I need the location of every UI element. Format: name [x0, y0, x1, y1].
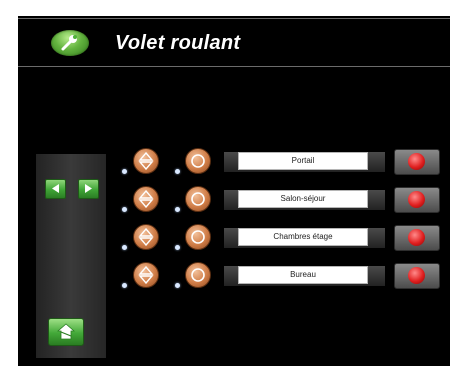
- shutter-row-salon: Salon-séjour: [0, 186, 456, 216]
- label-bar: Chambres étage: [224, 228, 385, 248]
- up-down-arrows-icon: [138, 152, 154, 170]
- shutter-row-bureau: Bureau: [0, 262, 456, 292]
- stop-ring-button[interactable]: [185, 186, 211, 212]
- red-action-button[interactable]: [394, 149, 440, 175]
- shutter-label: Portail: [238, 152, 368, 170]
- red-dot-icon: [408, 267, 425, 284]
- navigation-panel: [36, 154, 106, 358]
- stop-ring-button[interactable]: [185, 148, 211, 174]
- header-divider: [18, 66, 450, 67]
- home-icon: [57, 323, 75, 340]
- stop-ring-button[interactable]: [185, 262, 211, 288]
- up-down-arrows-icon: [138, 190, 154, 208]
- status-led: [175, 245, 180, 250]
- red-action-button[interactable]: [394, 263, 440, 289]
- header-bar: Volet roulant: [18, 22, 450, 66]
- shutter-label: Chambres étage: [238, 228, 368, 246]
- up-down-button[interactable]: [133, 224, 159, 250]
- up-down-arrows-icon: [138, 266, 154, 284]
- shutter-label: Bureau: [238, 266, 368, 284]
- red-dot-icon: [408, 229, 425, 246]
- up-down-button[interactable]: [133, 186, 159, 212]
- up-down-arrows-icon: [138, 228, 154, 246]
- shutter-row-portail: Portail: [0, 148, 456, 178]
- page-title: Volet roulant: [115, 32, 241, 54]
- home-button[interactable]: [48, 318, 84, 346]
- circle-icon: [191, 192, 205, 206]
- up-down-button[interactable]: [133, 262, 159, 288]
- circle-icon: [191, 268, 205, 282]
- status-led: [122, 169, 127, 174]
- shutter-row-chambres: Chambres étage: [0, 224, 456, 254]
- settings-button[interactable]: [51, 30, 89, 56]
- circle-icon: [191, 230, 205, 244]
- status-led: [122, 283, 127, 288]
- shutter-label: Salon-séjour: [238, 190, 368, 208]
- label-bar: Salon-séjour: [224, 190, 385, 210]
- red-dot-icon: [408, 153, 425, 170]
- status-led: [122, 245, 127, 250]
- top-divider: [18, 18, 450, 19]
- status-led: [175, 207, 180, 212]
- circle-icon: [191, 154, 205, 168]
- status-led: [122, 207, 127, 212]
- up-down-button[interactable]: [133, 148, 159, 174]
- label-bar: Portail: [224, 152, 385, 172]
- red-dot-icon: [408, 191, 425, 208]
- stop-ring-button[interactable]: [185, 224, 211, 250]
- red-action-button[interactable]: [394, 225, 440, 251]
- status-led: [175, 169, 180, 174]
- wrench-icon: [61, 35, 77, 51]
- red-action-button[interactable]: [394, 187, 440, 213]
- status-led: [175, 283, 180, 288]
- label-bar: Bureau: [224, 266, 385, 286]
